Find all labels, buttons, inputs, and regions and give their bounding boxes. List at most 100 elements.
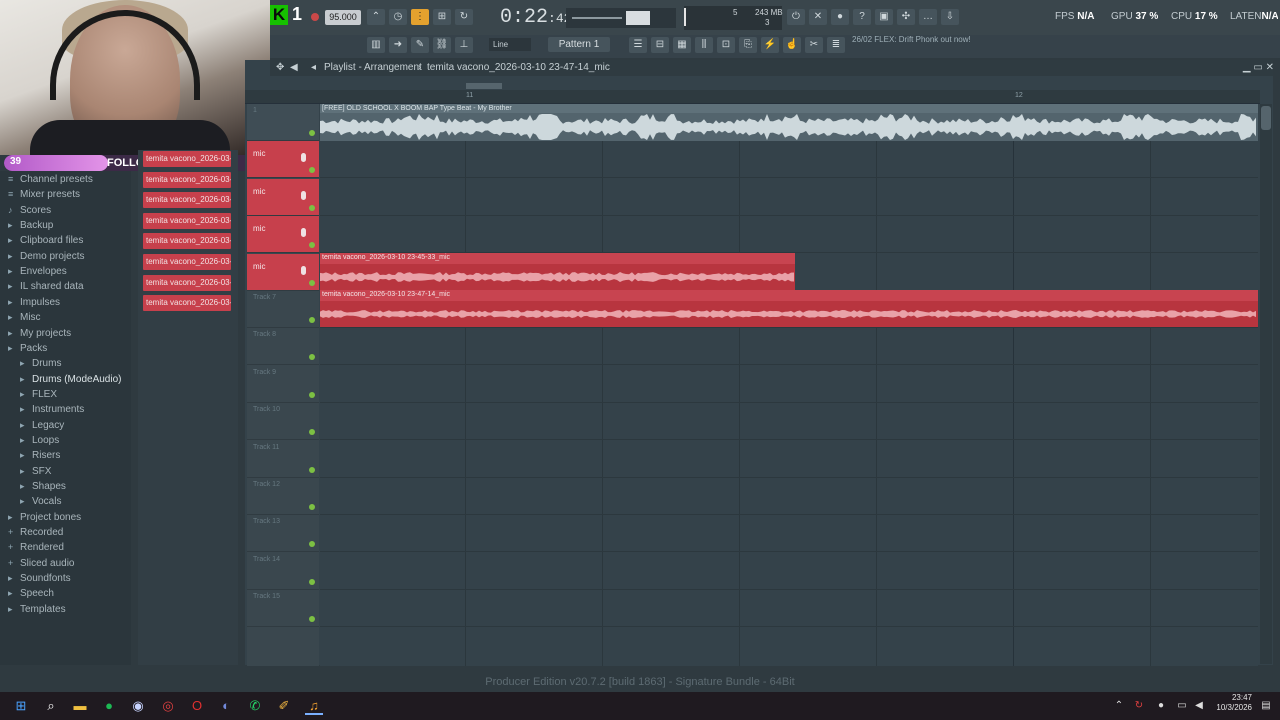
playlist-icon[interactable]: ☰ [629, 37, 647, 53]
track-enable-led[interactable] [309, 466, 315, 473]
channel-button[interactable]: temita vacono_2026-03-... [143, 295, 231, 312]
opera-icon[interactable]: O [188, 697, 206, 715]
playlist-grid[interactable]: [FREE] OLD SCHOOL X BOOM BAP Type Beat -… [320, 104, 1258, 666]
plugin-icon[interactable]: ✣ [897, 9, 915, 25]
notification-icon[interactable]: ▤ [1257, 697, 1275, 715]
browser-item[interactable]: ▸ Legacy [20, 420, 64, 431]
whatsapp-icon[interactable]: ✆ [246, 697, 264, 715]
track-lane[interactable] [320, 216, 1258, 254]
tray-mic-icon[interactable]: ● [1152, 697, 1170, 715]
loop-record-icon[interactable]: ↻ [455, 9, 473, 25]
browser-item[interactable]: ▸ My projects [8, 328, 71, 339]
metronome-icon[interactable]: ⌃ [367, 9, 385, 25]
vertical-scrollbar[interactable] [1260, 104, 1272, 664]
track-header[interactable]: Track 15 [247, 590, 319, 628]
search-icon[interactable]: ⌕ [42, 697, 60, 715]
timeline-scroll-thumb[interactable] [466, 83, 502, 89]
notes-icon[interactable]: ≣ [827, 37, 845, 53]
browser-item[interactable]: ▸ Speech [8, 588, 54, 599]
mic-icon[interactable]: ● [831, 9, 849, 25]
clock[interactable]: 23:47 10/3/2026 [1210, 693, 1252, 713]
clipboard-icon[interactable]: ⎘ [739, 37, 757, 53]
browser-item[interactable]: ♪ Scores [8, 205, 51, 216]
track-lane[interactable] [320, 553, 1258, 590]
track-header[interactable]: Track 11 [247, 441, 319, 478]
track-header[interactable]: Track 14 [247, 553, 319, 590]
track-enable-led[interactable] [309, 578, 315, 585]
channel-button[interactable]: temita vacono_2026-03-... [143, 171, 231, 188]
track-header[interactable]: mic [247, 141, 319, 179]
track-header[interactable]: 1 [247, 104, 319, 141]
browser-item[interactable]: ▸ Clipboard files [8, 235, 83, 246]
browser-item[interactable]: ▸ Impulses [8, 297, 60, 308]
track-enable-led[interactable] [309, 541, 315, 548]
track-enable-led[interactable] [309, 167, 315, 174]
track-header[interactable]: mic [247, 178, 319, 216]
plug-icon[interactable]: ⚡ [761, 37, 779, 53]
channel-button[interactable]: temita vacono_2026-03-... [143, 151, 231, 167]
link-icon[interactable]: ⛓ [433, 37, 451, 53]
browser-item[interactable]: ▸ Drums [20, 358, 61, 369]
browser-item[interactable]: ▸ SFX [20, 466, 51, 477]
record-audio-icon[interactable]: ✂ [805, 37, 823, 53]
speaker-icon[interactable]: ◀ [290, 62, 298, 73]
mixer-icon[interactable]: ⫼ [695, 37, 713, 53]
file-explorer-icon[interactable]: ▬ [71, 697, 89, 715]
record-icon[interactable] [311, 13, 319, 21]
channel-button[interactable]: temita vacono_2026-03-... [143, 254, 231, 270]
timeline-ruler[interactable] [245, 90, 1260, 104]
channel-button[interactable]: temita vacono_2026-03-... [143, 274, 231, 291]
pencil-icon[interactable]: ✎ [411, 37, 429, 53]
arrow-left-icon[interactable]: ◂ [311, 62, 316, 73]
mic-clip-2[interactable]: temita vacono_2026-03-10 23-47-14_mic [320, 290, 1258, 327]
track-lane[interactable] [320, 179, 1258, 216]
browser-item[interactable]: ▸ Misc [8, 312, 41, 323]
obs-icon[interactable]: ◎ [159, 697, 177, 715]
power-icon[interactable]: ⏻ [787, 9, 805, 25]
track-header[interactable]: Track 8 [247, 328, 319, 366]
browser-item[interactable]: ▸ Templates [8, 604, 66, 615]
track-enable-led[interactable] [309, 317, 315, 323]
browser-item[interactable]: ▸ Instruments [20, 404, 84, 415]
browser-item[interactable]: + Sliced audio [8, 558, 74, 569]
browser-item[interactable]: ≡ Channel presets [8, 174, 93, 185]
touch-icon[interactable]: ☝ [783, 37, 801, 53]
step-edit-icon[interactable]: ⊞ [433, 9, 451, 25]
steam-icon[interactable]: ◉ [129, 697, 147, 715]
browser-item[interactable]: ▸ Vocals [20, 496, 61, 507]
breadcrumb[interactable]: temita vacono_2026-03-10 23-47-14_mic [427, 62, 610, 73]
track-header[interactable]: Track 7 [247, 291, 319, 328]
wait-input-icon[interactable]: ◷ [389, 9, 407, 25]
track-header[interactable]: Track 12 [247, 478, 319, 515]
pattern-selector[interactable]: Pattern 1 [548, 37, 610, 52]
vertical-scroll-thumb[interactable] [1261, 106, 1271, 130]
master-volume-panel[interactable] [566, 8, 676, 28]
channel-rack-icon[interactable]: ▦ [673, 37, 691, 53]
piano-icon[interactable]: ▥ [367, 37, 385, 53]
track-header[interactable]: Track 13 [247, 515, 319, 553]
browser-item[interactable]: + Recorded [8, 527, 63, 538]
track-lane[interactable] [320, 478, 1258, 515]
help-icon[interactable]: ? [853, 9, 871, 25]
panic-icon[interactable]: ✕ [809, 9, 827, 25]
track-enable-led[interactable] [309, 130, 315, 136]
track-lane[interactable] [320, 590, 1258, 628]
arrow-right-icon[interactable]: ➜ [389, 37, 407, 53]
news-ticker[interactable]: 26/02 FLEX: Drift Phonk out now! [852, 35, 971, 44]
track-lane[interactable] [320, 403, 1258, 441]
window-controls[interactable]: ▁ ▭ ✕ [1243, 62, 1274, 73]
beat-audio-clip[interactable]: [FREE] OLD SCHOOL X BOOM BAP Type Beat -… [320, 104, 1258, 141]
track-header[interactable]: mic [247, 253, 319, 291]
fl-logo-icon[interactable]: K [270, 5, 288, 25]
track-enable-led[interactable] [309, 429, 315, 436]
snap-select[interactable]: Line [489, 38, 531, 51]
piano-roll-icon[interactable]: ⊟ [651, 37, 669, 53]
browser-item[interactable]: ▸ FLEX [20, 389, 57, 400]
track-lane[interactable] [320, 515, 1258, 553]
track-enable-led[interactable] [309, 279, 315, 286]
track-lane[interactable] [320, 141, 1258, 179]
volume-icon[interactable]: ◀ [1190, 697, 1208, 715]
chat-icon[interactable]: … [919, 9, 937, 25]
tray-sync-icon[interactable]: ↻ [1130, 697, 1148, 715]
browser-item[interactable]: ▸ Loops [20, 435, 59, 446]
